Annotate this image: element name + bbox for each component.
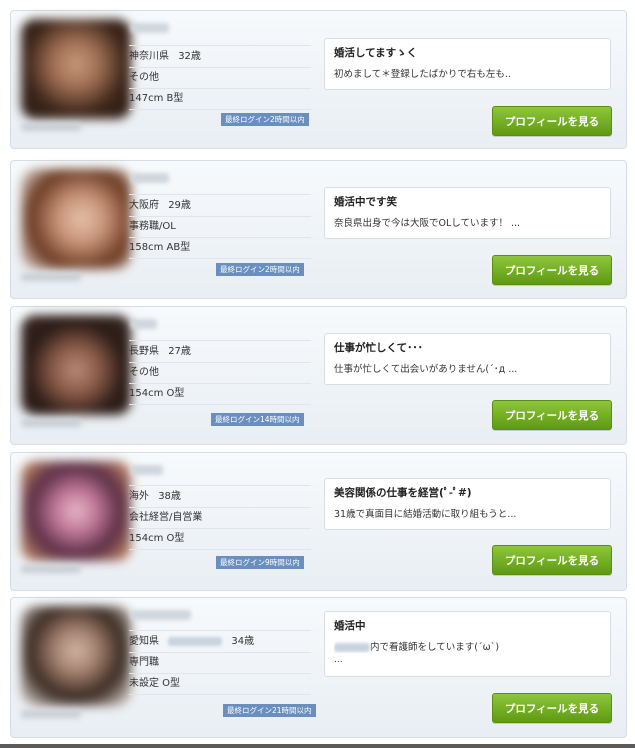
view-profile-button[interactable]: プロフィールを見る xyxy=(492,106,612,136)
view-profile-button[interactable]: プロフィールを見る xyxy=(492,400,612,430)
height-blood-type: 147cm B型 xyxy=(129,88,311,110)
message-title: 仕事が忙しくて･･･ xyxy=(334,342,423,354)
age: 32歳 xyxy=(178,51,201,62)
photo-caption xyxy=(21,710,81,718)
occupation: 会社経営/自営業 xyxy=(129,507,311,529)
message-body: 内で看護師をしています(´ω`) xyxy=(370,642,500,653)
profile-photo[interactable] xyxy=(21,19,131,119)
city-redacted xyxy=(168,636,223,646)
location: 神奈川県 xyxy=(129,51,169,62)
location-age: 愛知県 34歳 xyxy=(129,630,311,653)
photo-caption xyxy=(21,565,81,573)
view-profile-button[interactable]: プロフィールを見る xyxy=(492,255,612,285)
age: 34歳 xyxy=(231,636,255,647)
nickname[interactable] xyxy=(131,610,191,620)
occupation: 専門職 xyxy=(129,652,311,674)
nickname[interactable] xyxy=(131,465,163,475)
message-box: 婚活中 内で看護師をしています(´ω`) ... xyxy=(324,611,611,677)
location: 大阪府 xyxy=(129,200,159,211)
age: 29歳 xyxy=(168,200,191,211)
occupation: 事務職/OL xyxy=(129,216,311,238)
location-age: 神奈川県 32歳 xyxy=(129,45,311,68)
message-box: 美容関係の仕事を経営(ﾟ-ﾟ#) 31歳で真面目に結婚活動に取り組もうと... xyxy=(324,478,611,530)
photo-caption xyxy=(21,123,81,131)
view-profile-button[interactable]: プロフィールを見る xyxy=(492,545,612,575)
place-redacted xyxy=(334,643,370,652)
occupation: その他 xyxy=(129,362,311,384)
message-ellipsis: ... xyxy=(334,655,343,665)
bottom-border xyxy=(0,744,635,748)
height-blood-type: 154cm O型 xyxy=(129,383,311,405)
message-body: 奈良県出身で今は大阪でOLしています！ ... xyxy=(334,218,521,229)
profile-list: 神奈川県 32歳 その他 147cm B型 最終ログイン2時間以内 婚活してます… xyxy=(0,0,635,748)
age: 27歳 xyxy=(168,346,191,357)
profile-photo[interactable] xyxy=(21,315,131,415)
location-age: 大阪府 29歳 xyxy=(129,194,311,217)
last-login-badge: 最終ログイン21時間以内 xyxy=(223,704,316,717)
view-profile-button[interactable]: プロフィールを見る xyxy=(492,693,612,723)
profile-card: 海外 38歳 会社経営/自営業 154cm O型 最終ログイン9時間以内 美容関… xyxy=(10,452,627,591)
profile-card: 神奈川県 32歳 その他 147cm B型 最終ログイン2時間以内 婚活してます… xyxy=(10,10,627,149)
profile-card: 大阪府 29歳 事務職/OL 158cm AB型 最終ログイン2時間以内 婚活中… xyxy=(10,160,627,299)
profile-photo[interactable] xyxy=(21,461,131,561)
profile-card: 長野県 27歳 その他 154cm O型 最終ログイン14時間以内 仕事が忙しく… xyxy=(10,306,627,445)
nickname[interactable] xyxy=(131,173,169,183)
message-title: 婚活中です笑 xyxy=(334,196,397,208)
message-title: 美容関係の仕事を経営(ﾟ-ﾟ#) xyxy=(334,487,472,499)
last-login-badge: 最終ログイン2時間以内 xyxy=(216,263,304,276)
last-login-badge: 最終ログイン2時間以内 xyxy=(221,113,309,126)
message-body: 仕事が忙しくて出会いがありません(´･д ... xyxy=(334,364,518,375)
age: 38歳 xyxy=(158,491,181,502)
profile-photo[interactable] xyxy=(21,169,131,269)
photo-caption xyxy=(21,419,81,427)
nickname[interactable] xyxy=(131,319,157,329)
location-age: 海外 38歳 xyxy=(129,485,311,508)
occupation: その他 xyxy=(129,67,311,89)
location: 愛知県 xyxy=(129,636,159,647)
message-title: 婚活してますゝく xyxy=(334,47,418,59)
last-login-badge: 最終ログイン9時間以内 xyxy=(216,556,304,569)
message-title: 婚活中 xyxy=(334,620,366,632)
location-age: 長野県 27歳 xyxy=(129,340,311,363)
message-body-line: 内で看護師をしています(´ω`) xyxy=(334,639,601,653)
photo-caption xyxy=(21,273,81,281)
profile-photo[interactable] xyxy=(21,606,131,706)
location: 長野県 xyxy=(129,346,159,357)
height-blood-type: 154cm O型 xyxy=(129,528,311,550)
message-box: 婚活中です笑 奈良県出身で今は大阪でOLしています！ ... xyxy=(324,187,611,239)
location: 海外 xyxy=(129,491,149,502)
message-body: 31歳で真面目に結婚活動に取り組もうと... xyxy=(334,509,517,520)
nickname[interactable] xyxy=(131,23,169,33)
message-box: 婚活してますゝく 初めまして＊登録したばかりで右も左も.. xyxy=(324,38,611,90)
message-body: 初めまして＊登録したばかりで右も左も.. xyxy=(334,69,511,80)
message-box: 仕事が忙しくて･･･ 仕事が忙しくて出会いがありません(´･д ... xyxy=(324,333,611,385)
profile-card: 愛知県 34歳 専門職 未設定 O型 最終ログイン21時間以内 婚活中 内で看護… xyxy=(10,597,627,738)
height-blood-type: 未設定 O型 xyxy=(129,673,311,695)
height-blood-type: 158cm AB型 xyxy=(129,237,311,259)
last-login-badge: 最終ログイン14時間以内 xyxy=(211,413,304,426)
